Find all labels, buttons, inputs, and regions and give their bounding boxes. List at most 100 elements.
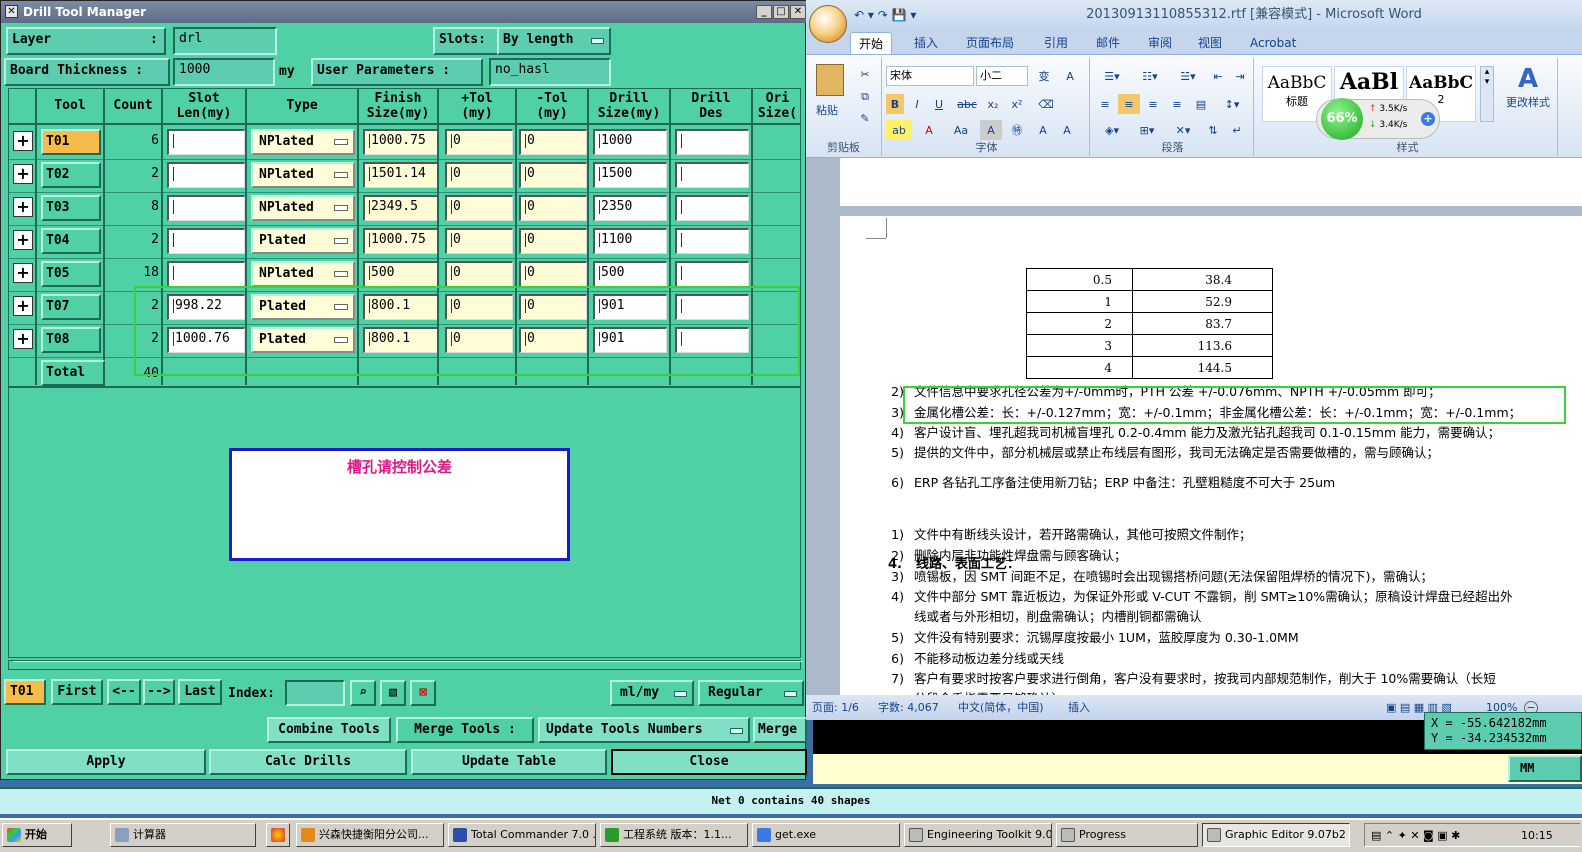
tool-button[interactable]: T05 <box>41 261 101 287</box>
finish-size-input[interactable]: 1000.75 <box>363 228 439 254</box>
minus-tol-input[interactable]: 0 <box>519 228 587 254</box>
line-spacing-icon[interactable]: ↕▾ <box>1214 94 1250 114</box>
minimize-icon[interactable]: _ <box>756 5 772 19</box>
expand-icon[interactable]: + <box>13 296 33 316</box>
slot-length-input[interactable] <box>167 228 245 254</box>
word-titlebar[interactable]: 20130913110855312.rtf [兼容模式] - Microsoft… <box>806 0 1582 30</box>
next-button[interactable]: --> <box>143 679 175 705</box>
highlight-icon[interactable]: ab <box>886 120 912 140</box>
finish-size-input[interactable]: 1000.75 <box>363 129 439 155</box>
shading-icon[interactable]: ◈▾ <box>1094 120 1130 140</box>
font-color-icon[interactable]: A <box>916 120 942 140</box>
units-dropdown[interactable]: ml/my <box>610 680 694 706</box>
expand-icon[interactable]: + <box>13 329 33 349</box>
slot-length-input[interactable] <box>167 129 245 155</box>
type-dropdown[interactable]: Plated <box>251 228 355 254</box>
scrollbar-track[interactable] <box>13 661 803 669</box>
italic-icon[interactable]: I <box>908 94 926 114</box>
chinese-layout-icon[interactable]: ✕▾ <box>1168 120 1198 140</box>
merge-button[interactable]: Merge <box>753 717 807 743</box>
drill-des-input[interactable] <box>675 195 749 221</box>
align-left-icon[interactable]: ≡ <box>1094 94 1116 114</box>
tab-home[interactable]: 开始 <box>850 32 893 54</box>
grow-font-icon[interactable]: A <box>1032 120 1054 140</box>
tab-mailings[interactable]: 邮件 <box>1088 32 1128 54</box>
styles-scroll[interactable]: ▴ ▾ <box>1480 66 1494 122</box>
char-border-icon[interactable]: A <box>1058 66 1082 86</box>
drill-size-input[interactable]: 1000 <box>593 129 667 155</box>
subscript-icon[interactable]: x₂ <box>982 94 1004 114</box>
search-icon[interactable]: ⌕ <box>350 680 376 706</box>
copy-icon[interactable]: ⧉ <box>856 86 874 106</box>
superscript-icon[interactable]: x² <box>1006 94 1028 114</box>
taskbar-item[interactable]: Progress <box>1056 823 1198 847</box>
tool-button[interactable]: T08 <box>41 327 101 353</box>
tab-page-layout[interactable]: 页面布局 <box>958 32 1022 54</box>
strikethrough-icon[interactable]: abc <box>954 94 980 114</box>
shrink-font-icon[interactable]: A <box>1056 120 1078 140</box>
status-mode[interactable]: 插入 <box>1068 695 1090 720</box>
office-button[interactable] <box>809 5 847 43</box>
taskbar-item[interactable]: 计算器 <box>110 823 256 847</box>
first-button[interactable]: First <box>51 679 103 705</box>
tab-review[interactable]: 审阅 <box>1140 32 1180 54</box>
update-tools-numbers-dropdown[interactable]: Update Tools Numbers <box>538 717 750 743</box>
slots-dropdown[interactable]: By length <box>497 27 611 55</box>
cut-icon[interactable]: ✂ <box>856 64 874 84</box>
change-styles-button[interactable]: A 更改样式 <box>1502 64 1554 110</box>
update-table-button[interactable]: Update Table <box>411 749 607 775</box>
board-thickness-field[interactable]: 1000 <box>173 58 275 86</box>
align-right-icon[interactable]: ≡ <box>1142 94 1164 114</box>
close-button[interactable]: Close <box>611 749 807 775</box>
finish-size-input[interactable]: 500 <box>363 261 439 287</box>
units-button[interactable]: MM <box>1508 755 1582 782</box>
drill-size-input[interactable]: 2350 <box>593 195 667 221</box>
taskbar-item[interactable]: get.exe <box>752 823 900 847</box>
paste-label[interactable]: 粘贴 <box>816 102 838 118</box>
font-name-combo[interactable]: 宋体 <box>886 66 974 86</box>
format-painter-icon[interactable]: ✎ <box>856 108 874 128</box>
combine-tools-button[interactable]: Combine Tools <box>267 717 391 743</box>
type-dropdown[interactable]: NPlated <box>251 261 355 287</box>
justify-icon[interactable]: ≡ <box>1166 94 1188 114</box>
type-dropdown[interactable]: NPlated <box>251 195 355 221</box>
taskbar-item[interactable]: 工程系统 版本：1.1... <box>600 823 748 847</box>
drill-des-input[interactable] <box>675 129 749 155</box>
edit-icon[interactable]: ▧ <box>380 680 406 706</box>
change-case-icon[interactable]: Aa <box>946 120 976 140</box>
bold-icon[interactable]: B <box>886 94 904 114</box>
mode-dropdown[interactable]: Regular <box>698 680 804 706</box>
expand-icon[interactable]: + <box>13 263 33 283</box>
distributed-icon[interactable]: ▤ <box>1190 94 1212 114</box>
decrease-indent-icon[interactable]: ⇤ <box>1208 66 1228 86</box>
bullets-icon[interactable]: ☰▾ <box>1094 66 1130 86</box>
network-widget[interactable]: 66% ↑ 3.5K/s ↓ 3.4K/s + <box>1316 98 1440 140</box>
finish-size-input[interactable]: 1501.14 <box>363 162 439 188</box>
command-panel[interactable] <box>813 754 1582 784</box>
plus-icon[interactable]: + <box>1421 112 1435 126</box>
slot-length-input[interactable] <box>167 195 245 221</box>
plus-tol-input[interactable]: 0 <box>445 162 513 188</box>
user-params-field[interactable]: no_hasl <box>489 58 611 86</box>
type-dropdown[interactable]: NPlated <box>251 162 355 188</box>
expand-icon[interactable]: + <box>13 197 33 217</box>
drill-des-input[interactable] <box>675 162 749 188</box>
drill-size-input[interactable]: 1500 <box>593 162 667 188</box>
finish-size-input[interactable]: 2349.5 <box>363 195 439 221</box>
tool-button[interactable]: T02 <box>41 162 101 188</box>
tray-icons[interactable]: ▤ ⌃ ✦ ✕ ◙ ▣ ✱ <box>1371 824 1460 848</box>
tab-insert[interactable]: 插入 <box>906 32 946 54</box>
expand-icon[interactable]: + <box>13 164 33 184</box>
prev-button[interactable]: <-- <box>107 679 141 705</box>
paste-icon[interactable] <box>816 64 844 96</box>
clear-format-icon[interactable]: ⌫ <box>1034 94 1058 114</box>
drill-size-input[interactable]: 1100 <box>593 228 667 254</box>
borders-icon[interactable]: ⊞▾ <box>1132 120 1162 140</box>
expand-icon[interactable]: + <box>13 230 33 250</box>
delete-icon[interactable]: ⊠ <box>410 680 436 706</box>
sort-icon[interactable]: ⇅ <box>1202 120 1224 140</box>
plus-tol-input[interactable]: 0 <box>445 228 513 254</box>
minus-tol-input[interactable]: 0 <box>519 195 587 221</box>
char-shading-icon[interactable]: A <box>980 120 1002 140</box>
tab-references[interactable]: 引用 <box>1036 32 1076 54</box>
